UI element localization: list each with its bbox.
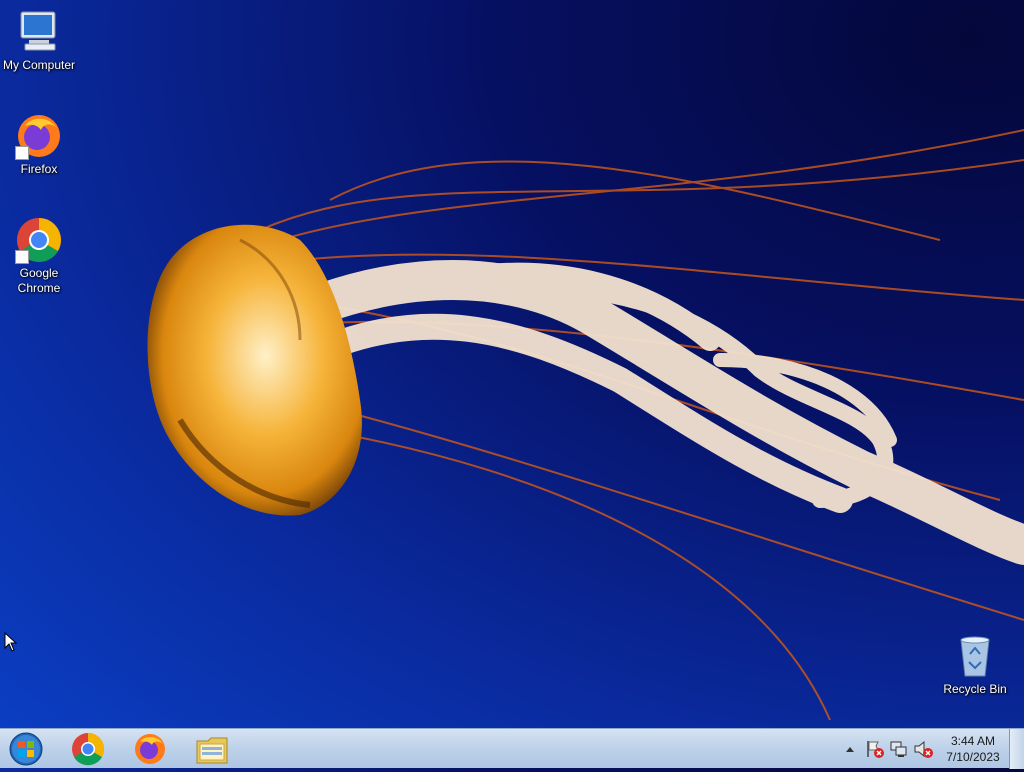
show-desktop-button[interactable] (1009, 729, 1024, 769)
recycle-bin-icon (951, 632, 999, 680)
desktop-icon-label: Firefox (20, 162, 58, 176)
taskbar: 3:44 AM 7/10/2023 (0, 728, 1024, 769)
computer-icon (15, 8, 63, 56)
desktop-icon-firefox[interactable]: Firefox (0, 112, 78, 177)
volume-muted-icon (914, 740, 933, 758)
taskbar-chrome-button[interactable] (62, 731, 114, 767)
tray-volume[interactable] (913, 739, 935, 759)
chrome-icon (72, 732, 105, 766)
desktop-icon-google-chrome[interactable]: Google Chrome (0, 216, 78, 296)
clock-time: 3:44 AM (950, 734, 996, 748)
chrome-icon (15, 216, 63, 264)
chevron-up-icon (846, 747, 854, 752)
taskbar-file-explorer-button[interactable] (186, 731, 238, 767)
tray-action-center[interactable] (865, 739, 885, 759)
tray-clock[interactable]: 3:44 AM 7/10/2023 (938, 733, 1008, 765)
shortcut-arrow-icon (15, 250, 29, 264)
start-button[interactable] (2, 731, 50, 767)
taskbar-firefox-button[interactable] (124, 731, 176, 767)
desktop-icon-label: Recycle Bin (943, 682, 1007, 696)
desktop-icon-recycle-bin[interactable]: Recycle Bin (936, 632, 1014, 697)
shortcut-arrow-icon (15, 146, 29, 160)
windows-start-icon (9, 732, 43, 766)
mouse-cursor-icon (4, 632, 18, 652)
firefox-icon (135, 734, 165, 764)
network-icon (890, 741, 907, 757)
tray-show-hidden-icons[interactable] (843, 739, 857, 759)
action-center-flag-icon (867, 741, 884, 758)
desktop-icon-label: Google Chrome (17, 266, 61, 295)
file-explorer-icon (196, 737, 228, 764)
tray-network[interactable] (889, 739, 909, 759)
desktop-wallpaper (147, 129, 1024, 721)
firefox-icon (15, 112, 63, 160)
desktop-icon-label: My Computer (2, 58, 76, 72)
desktop-icon-my-computer[interactable]: My Computer (0, 8, 78, 73)
clock-date: 7/10/2023 (946, 750, 1000, 764)
